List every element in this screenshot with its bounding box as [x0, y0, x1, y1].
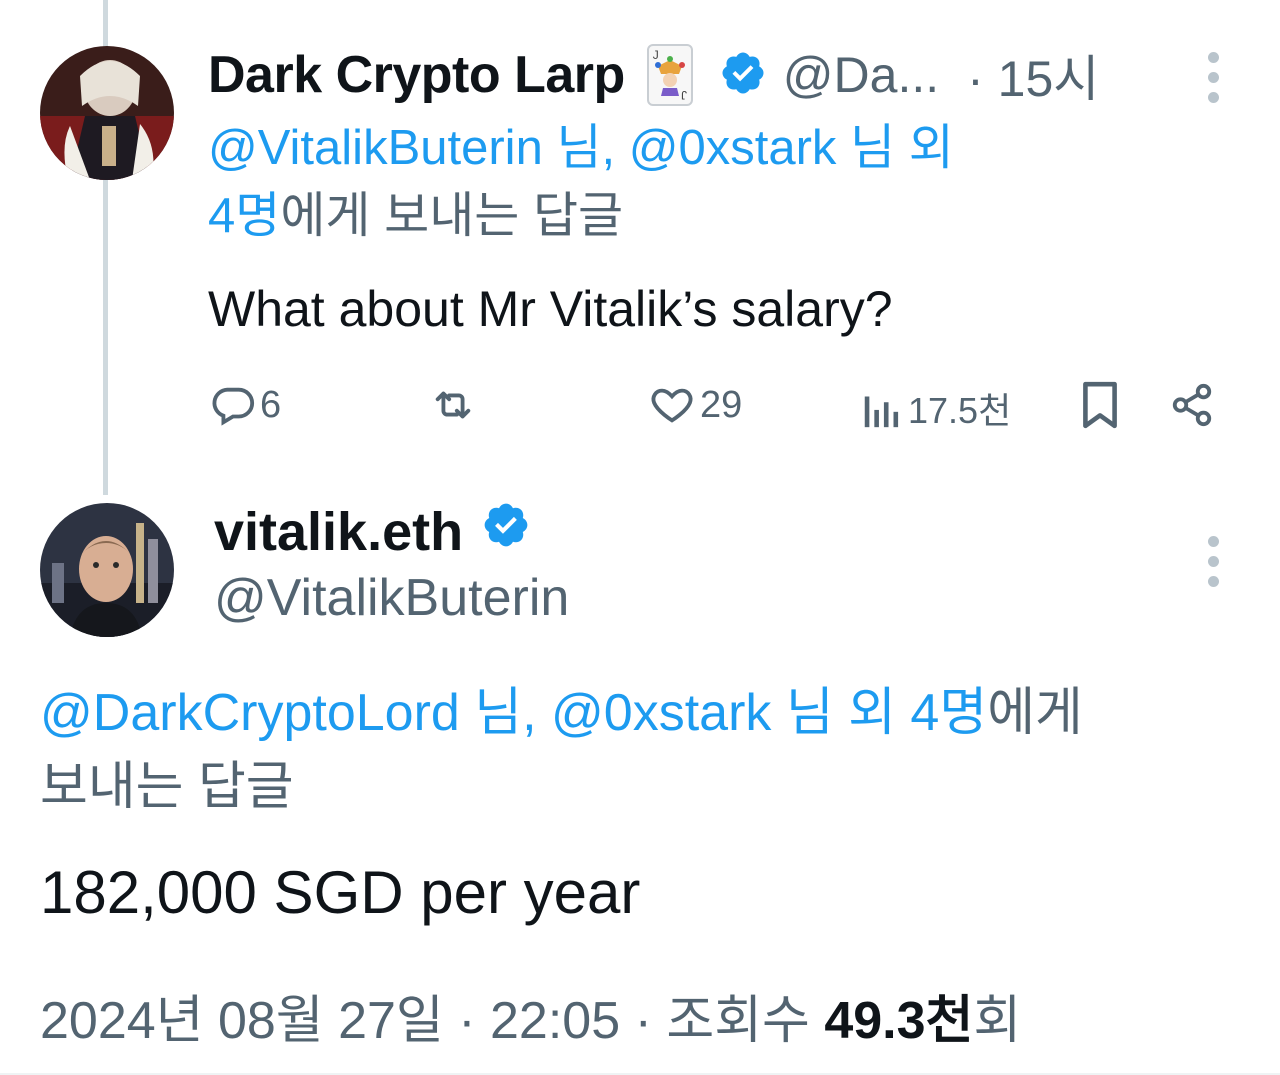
author-name-row: vitalik.eth — [214, 500, 531, 563]
mention-link[interactable]: @0xstark — [551, 684, 771, 742]
reply-icon — [210, 382, 256, 428]
share-icon — [1168, 382, 1216, 428]
meta-separator: · — [620, 992, 667, 1050]
reply-button[interactable]: 6 — [210, 382, 281, 428]
verified-badge-icon — [719, 49, 767, 102]
author-handle[interactable]: @Da... — [783, 46, 939, 104]
like-icon — [648, 382, 696, 428]
others-count-link[interactable]: 4명 — [910, 684, 987, 742]
verified-badge-icon — [481, 500, 531, 563]
like-count: 29 — [700, 383, 743, 426]
author-name[interactable]: vitalik.eth — [214, 501, 463, 563]
views-count: 17.5천 — [908, 390, 1012, 431]
bookmark-button[interactable] — [1078, 380, 1122, 430]
views-icon — [860, 385, 904, 431]
mention-link[interactable]: @DarkCryptoLord — [40, 684, 460, 742]
meta-separator: · — [443, 992, 490, 1050]
author-name[interactable]: Dark Crypto Larp — [208, 45, 625, 105]
retweet-icon — [428, 382, 478, 428]
tweet-date[interactable]: 2024년 08월 27일 — [40, 992, 444, 1050]
mention-separator: 님 외 — [836, 121, 954, 175]
views-label: 조회수 — [666, 992, 825, 1050]
tweet-header: Dark Crypto Larp J J @Da... · 15시 — [208, 40, 1099, 110]
views-button[interactable]: 17.5천 — [860, 382, 1011, 434]
mention-link[interactable]: @0xstark — [629, 121, 837, 175]
tweet-text: 182,000 SGD per year — [40, 859, 641, 926]
joker-card-icon: J J — [646, 44, 693, 106]
retweet-button[interactable] — [428, 382, 478, 428]
like-button[interactable]: 29 — [648, 382, 742, 428]
more-options-icon[interactable] — [1208, 52, 1219, 112]
mention-link[interactable]: @VitalikButerin — [208, 121, 543, 175]
reply-to-suffix: 에게 보내는 답글 — [280, 189, 624, 243]
views-count[interactable]: 49.3천 — [824, 992, 973, 1050]
tweet-time[interactable]: · 15시 — [967, 39, 1099, 111]
reply-count: 6 — [260, 383, 282, 426]
author-handle[interactable]: @VitalikButerin — [214, 568, 569, 628]
others-count-link[interactable]: 4명 — [208, 189, 280, 243]
tweet-time[interactable]: 22:05 — [490, 992, 620, 1050]
mention-separator: 님 외 — [771, 684, 911, 742]
share-button[interactable] — [1168, 382, 1216, 428]
reply-to-suffix: 에게 — [987, 684, 1083, 742]
mention-separator: 님, — [542, 121, 629, 175]
reply-to-line: @VitalikButerin 님, @0xstark 님 외 4명에게 보내는… — [208, 114, 1208, 250]
avatar[interactable] — [40, 503, 174, 637]
bookmark-icon — [1078, 380, 1122, 430]
avatar[interactable] — [40, 46, 174, 180]
tweet-text: What about Mr Vitalik’s salary? — [208, 281, 893, 337]
views-suffix: 회 — [973, 992, 1022, 1050]
tweet-meta: 2024년 08월 27일 · 22:05 · 조회수 49.3천회 — [40, 978, 1021, 1053]
more-options-icon[interactable] — [1208, 536, 1219, 596]
reply-to-line: @DarkCryptoLord 님, @0xstark 님 외 4명에게 보내는… — [40, 676, 1260, 824]
reply-to-suffix: 보내는 답글 — [40, 758, 294, 816]
tweet-actions-bar: 6 29 17.5천 — [0, 376, 1280, 436]
mention-separator: 님, — [459, 684, 551, 742]
